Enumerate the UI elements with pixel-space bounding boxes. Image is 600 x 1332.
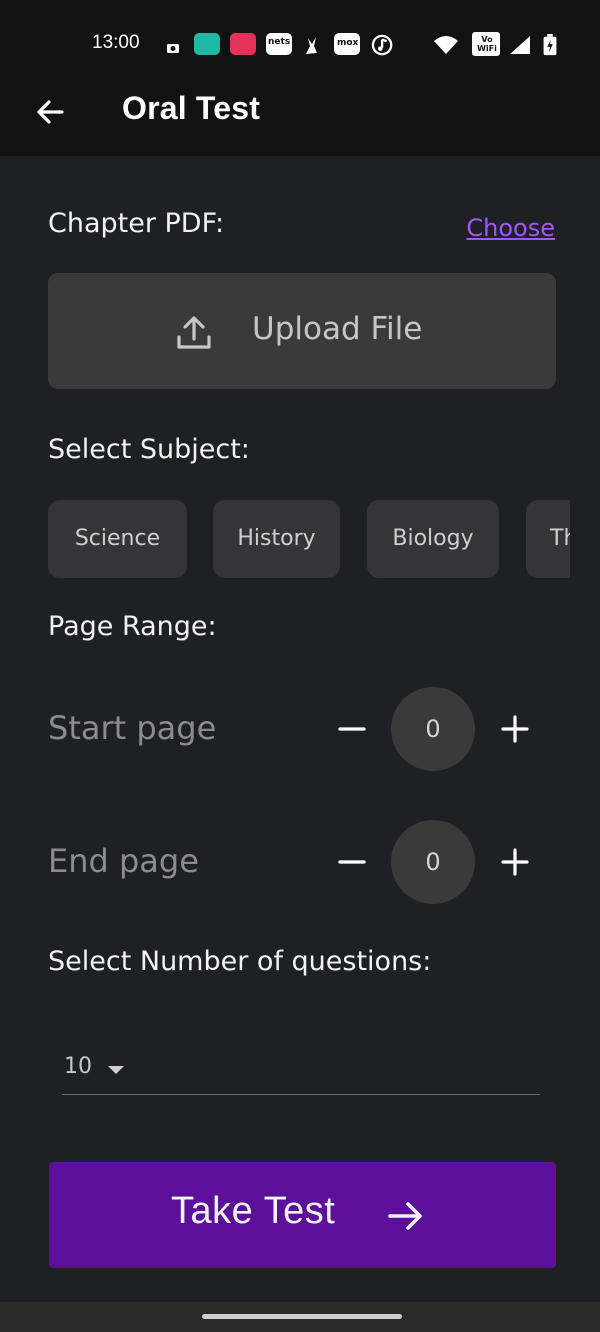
red-app-icon <box>230 33 256 55</box>
vowifi-icon: Vo WiFi <box>472 32 500 56</box>
end-page-plus-icon[interactable] <box>495 842 535 882</box>
teal-app-icon <box>194 33 220 55</box>
end-page-value: 0 <box>391 820 475 904</box>
home-indicator[interactable] <box>202 1314 402 1319</box>
subject-chip-partial[interactable]: Th <box>526 500 570 578</box>
chapter-pdf-label: Chapter PDF: <box>48 208 225 239</box>
choose-link[interactable]: Choose <box>466 214 555 242</box>
page-title: Oral Test <box>122 90 261 126</box>
upload-icon <box>177 316 211 349</box>
start-page-minus-icon[interactable] <box>332 709 372 749</box>
wifi-icon <box>434 36 458 54</box>
back-arrow-icon[interactable] <box>30 92 70 132</box>
question-count-value: 10 <box>64 1054 92 1079</box>
subject-chip-science[interactable]: Science <box>48 500 187 578</box>
page-range-label: Page Range: <box>48 611 217 642</box>
end-page-label: End page <box>48 842 199 880</box>
start-page-value: 0 <box>391 687 475 771</box>
upload-file-label: Upload File <box>252 311 423 347</box>
subject-chip-list: Science History Biology Th <box>48 500 570 580</box>
mox-badge-text: mox <box>337 38 359 48</box>
take-test-button[interactable]: Take Test <box>49 1162 556 1268</box>
vowifi-text: Vo WiFi <box>477 35 497 53</box>
take-test-label: Take Test <box>171 1190 336 1232</box>
subject-chip-biology[interactable]: Biology <box>367 500 499 578</box>
subject-chip-history[interactable]: History <box>213 500 340 578</box>
start-page-plus-icon[interactable] <box>495 709 535 749</box>
caret-down-icon <box>108 1066 124 1074</box>
system-nav-bar <box>0 1302 600 1332</box>
arrow-right-icon <box>388 1202 422 1230</box>
upload-file-button[interactable]: Upload File <box>48 273 556 389</box>
status-time: 13:00 <box>92 32 140 53</box>
battery-icon <box>543 34 557 56</box>
mox-app-icon: mox <box>334 33 360 55</box>
rabbit-app-icon <box>306 37 317 54</box>
number-of-questions-label: Select Number of questions: <box>48 946 432 977</box>
end-page-minus-icon[interactable] <box>332 842 372 882</box>
signal-icon <box>510 36 530 54</box>
camera-icon <box>167 44 179 53</box>
news-app-icon: nets <box>266 33 292 55</box>
start-page-label: Start page <box>48 709 217 747</box>
music-app-icon <box>371 34 393 56</box>
main-content: Chapter PDF: Choose Upload File Select S… <box>0 156 600 1302</box>
news-badge-text: nets <box>268 37 291 47</box>
select-subject-label: Select Subject: <box>48 434 250 465</box>
app-bar: Oral Test <box>0 68 600 156</box>
question-count-dropdown[interactable]: 10 <box>62 1046 540 1095</box>
